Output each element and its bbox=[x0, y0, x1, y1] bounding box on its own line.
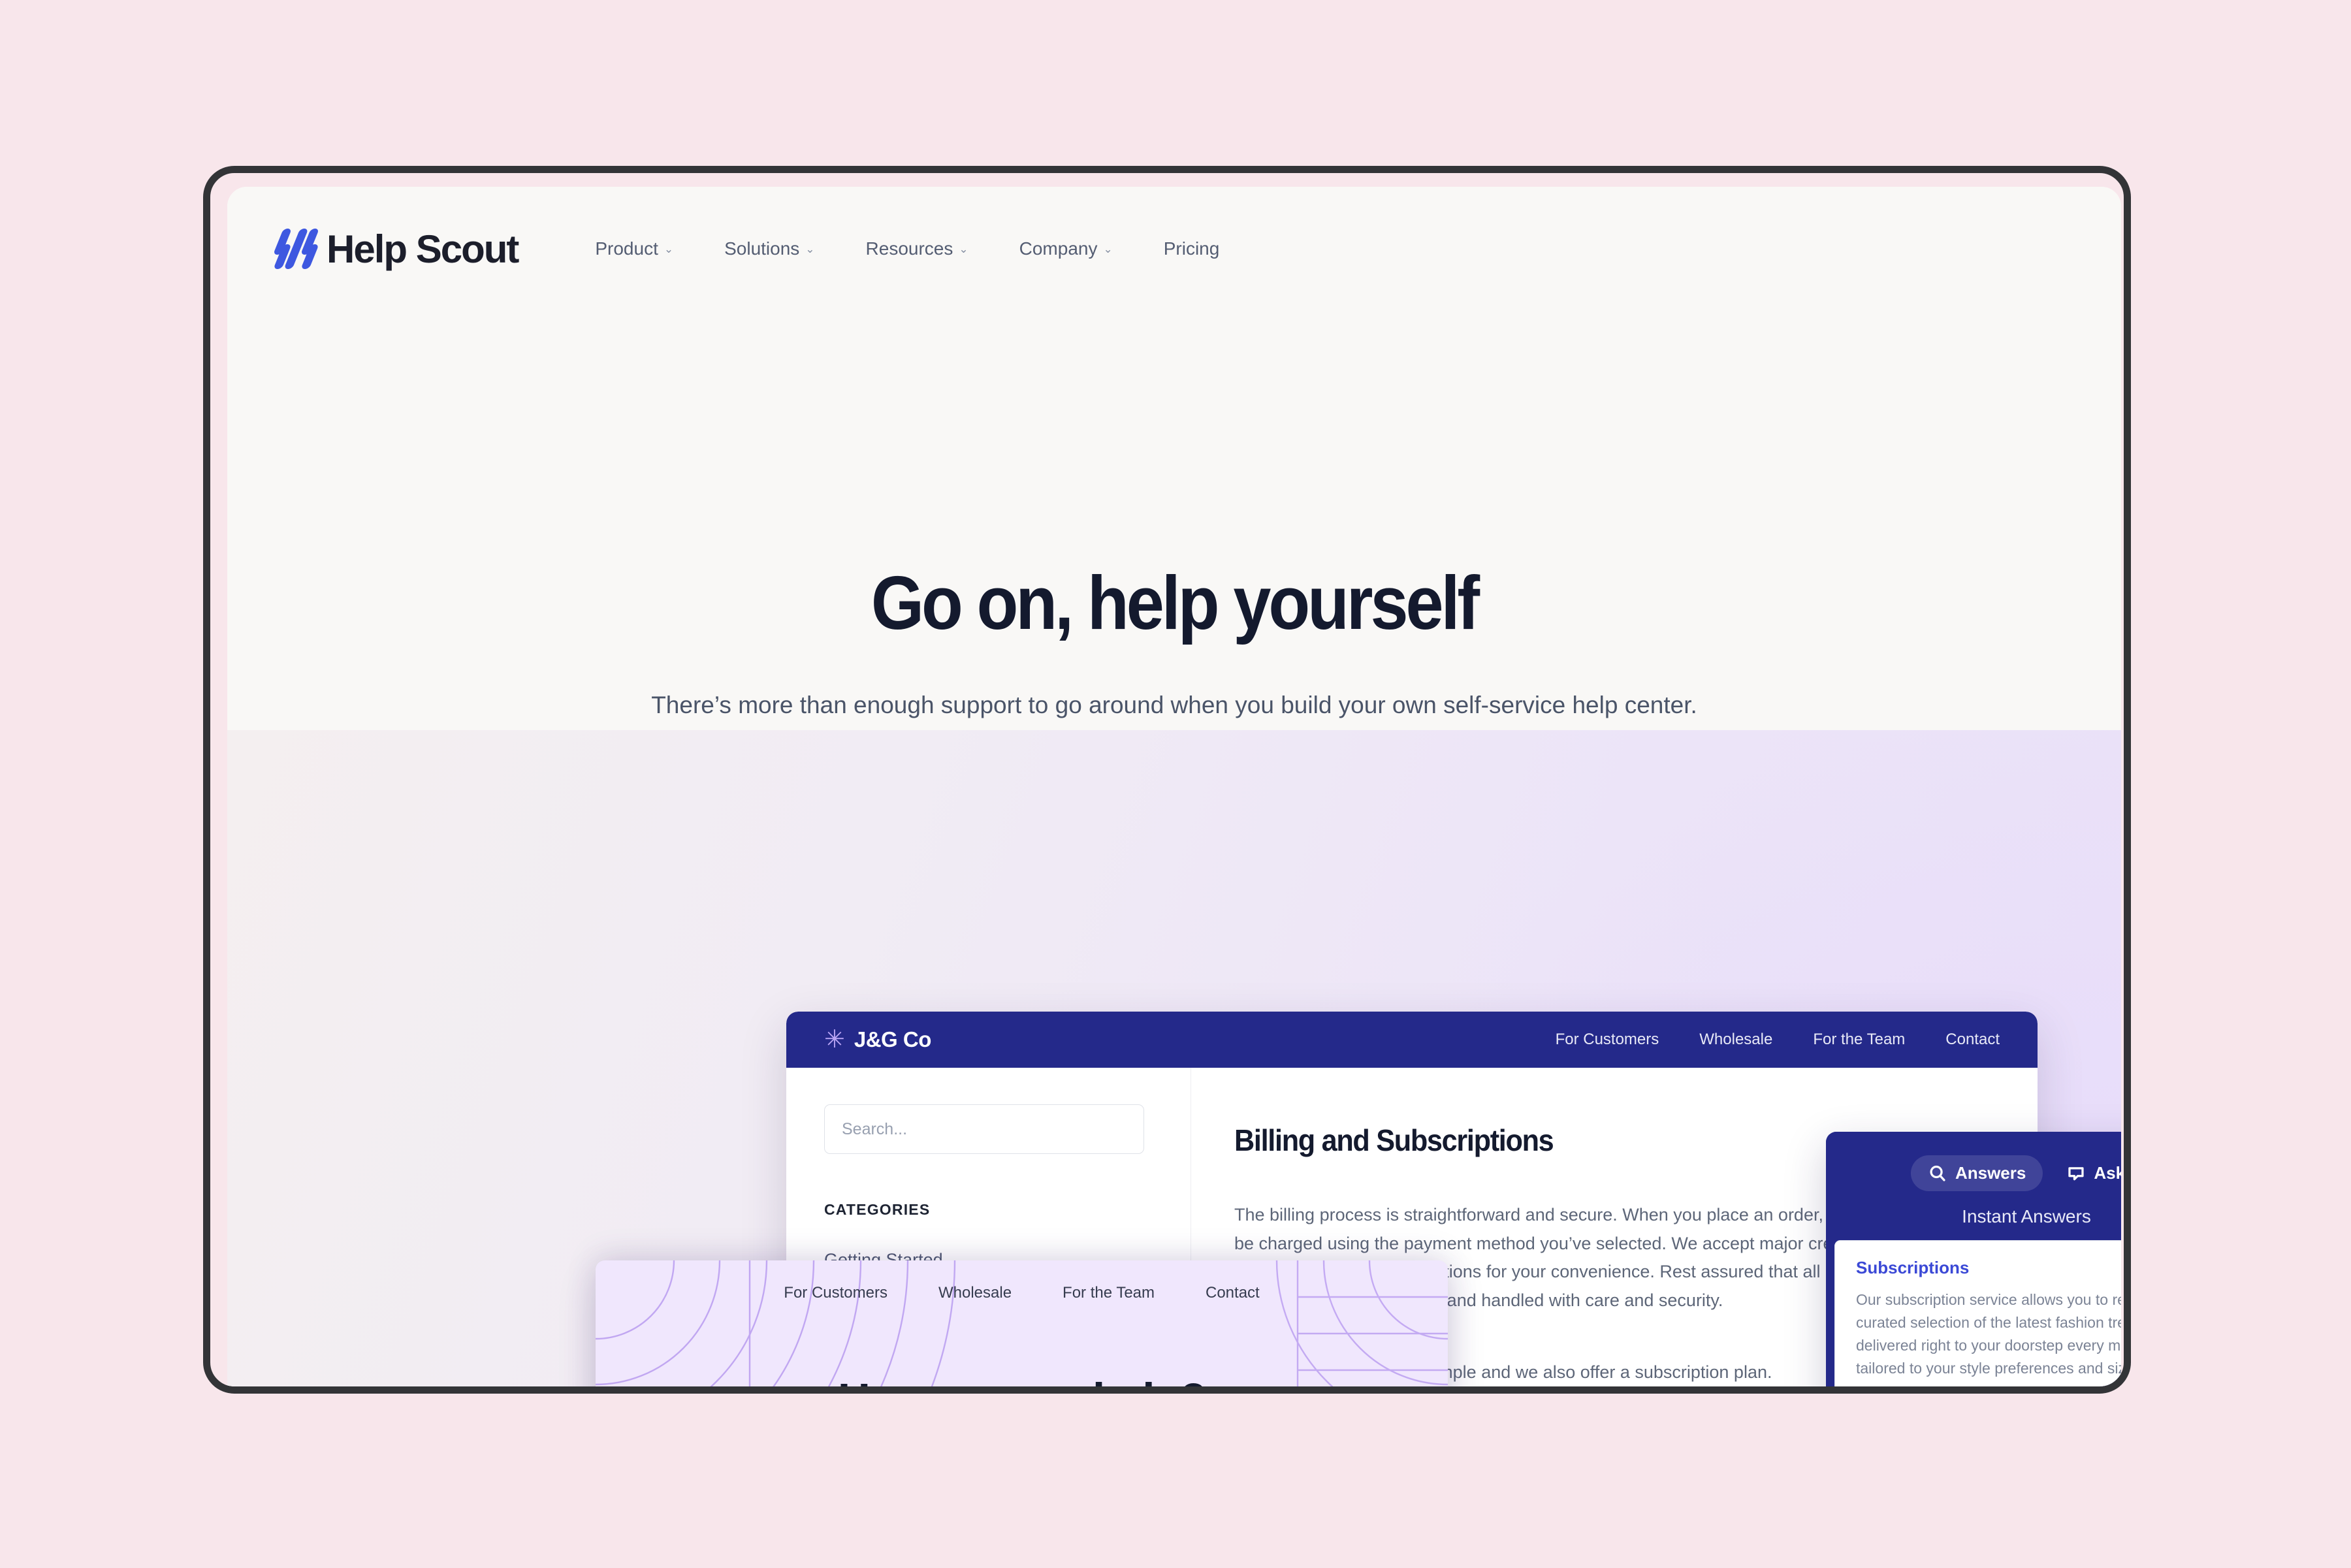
primary-nav: Product ⌄ Solutions ⌄ Resources ⌄ Compan… bbox=[595, 238, 1219, 259]
nav-item-company[interactable]: Company ⌄ bbox=[1019, 238, 1113, 259]
nav-label: Product bbox=[595, 238, 658, 259]
sparkle-icon: ✳ bbox=[824, 1026, 845, 1053]
beacon-widget: Answers Ask Instant Answers Subscription… bbox=[1826, 1132, 2121, 1386]
nav-item-product[interactable]: Product ⌄ bbox=[595, 238, 673, 259]
device-frame: Help Scout Product ⌄ Solutions ⌄ Resourc… bbox=[203, 166, 2131, 1394]
nav-item-solutions[interactable]: Solutions ⌄ bbox=[724, 238, 814, 259]
nav-label: Company bbox=[1019, 238, 1098, 259]
beacon-card-body: Our subscription service allows you to r… bbox=[1856, 1291, 2121, 1377]
nav-label: Resources bbox=[865, 238, 953, 259]
beacon-tab-label: Ask bbox=[2094, 1163, 2121, 1183]
hp-nav-item-contact[interactable]: Contact bbox=[1206, 1284, 1260, 1302]
hero-title: Go on, help yourself bbox=[871, 560, 1480, 645]
site-navbar: Help Scout Product ⌄ Solutions ⌄ Resourc… bbox=[227, 187, 2121, 311]
kb-nav-item-for-the-team[interactable]: For the Team bbox=[1813, 1031, 1905, 1049]
beacon-tab-label: Answers bbox=[1955, 1163, 2026, 1183]
beacon-tabs: Answers Ask bbox=[1910, 1155, 2121, 1191]
browser-viewport: Help Scout Product ⌄ Solutions ⌄ Resourc… bbox=[227, 187, 2121, 1386]
kb-logo[interactable]: ✳ J&G Co bbox=[824, 1027, 931, 1052]
chat-bubble-icon bbox=[2068, 1166, 2084, 1180]
hp-nav-item-for-customers[interactable]: For Customers bbox=[784, 1284, 888, 1302]
brand-name: Help Scout bbox=[327, 227, 519, 271]
kb-nav-item-for-customers[interactable]: For Customers bbox=[1556, 1031, 1659, 1049]
kb-brand-name: J&G Co bbox=[854, 1027, 932, 1051]
kb-nav-item-contact[interactable]: Contact bbox=[1945, 1031, 2000, 1049]
kb-nav: For Customers Wholesale For the Team Con… bbox=[1556, 1031, 2000, 1049]
kb-topbar: ✳ J&G Co For Customers Wholesale For the… bbox=[786, 1012, 2038, 1068]
helpscout-mark-icon bbox=[272, 229, 320, 269]
kb-search-input[interactable]: Search... bbox=[824, 1104, 1144, 1154]
help-panel-nav: For Customers Wholesale For the Team Con… bbox=[596, 1284, 1448, 1302]
chevron-down-icon: ⌄ bbox=[1103, 242, 1113, 255]
beacon-card-subscriptions[interactable]: Subscriptions Our subscription service a… bbox=[1834, 1240, 2121, 1386]
help-panel-title: How can we help? bbox=[638, 1373, 1405, 1386]
chevron-down-icon: ⌄ bbox=[664, 242, 674, 255]
nav-item-resources[interactable]: Resources ⌄ bbox=[866, 238, 968, 259]
beacon-card-title: Subscriptions bbox=[1856, 1258, 1970, 1277]
helpscout-logo[interactable]: Help Scout bbox=[272, 227, 519, 272]
hp-nav-item-wholesale[interactable]: Wholesale bbox=[938, 1284, 1012, 1302]
help-center-panel: For Customers Wholesale For the Team Con… bbox=[596, 1260, 1448, 1386]
kb-nav-item-wholesale[interactable]: Wholesale bbox=[1699, 1031, 1772, 1049]
kb-categories-label: CATEGORIES bbox=[824, 1201, 931, 1218]
chevron-down-icon: ⌄ bbox=[959, 242, 968, 255]
beacon-tab-answers[interactable]: Answers bbox=[1910, 1155, 2043, 1191]
nav-item-pricing[interactable]: Pricing bbox=[1164, 238, 1220, 259]
nav-label: Pricing bbox=[1163, 238, 1220, 259]
beacon-subtitle: Instant Answers bbox=[1962, 1206, 2091, 1226]
hp-nav-item-for-the-team[interactable]: For the Team bbox=[1063, 1284, 1155, 1302]
search-icon bbox=[1930, 1165, 1945, 1181]
beacon-tab-ask[interactable]: Ask bbox=[2049, 1155, 2121, 1191]
nav-label: Solutions bbox=[724, 238, 800, 259]
hero-section: Help Scout Product ⌄ Solutions ⌄ Resourc… bbox=[227, 187, 2121, 755]
beacon-card-list: Subscriptions Our subscription service a… bbox=[1834, 1240, 2121, 1386]
chevron-down-icon: ⌄ bbox=[805, 242, 815, 255]
